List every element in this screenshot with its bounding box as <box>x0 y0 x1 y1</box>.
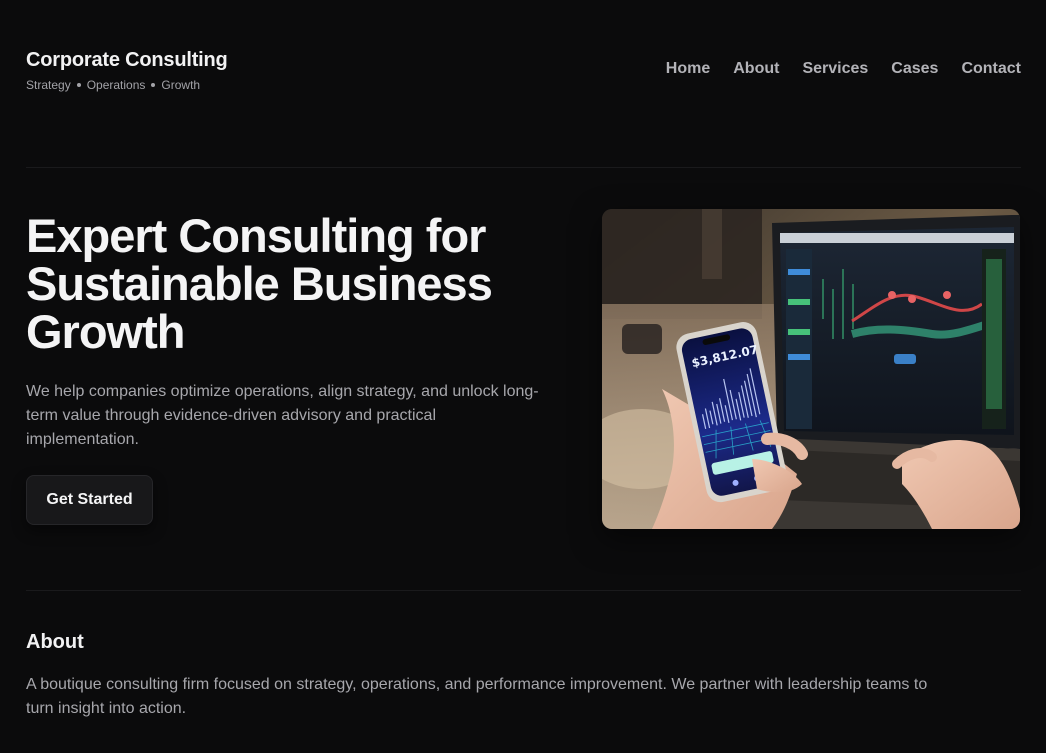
hero-image: $3,812.07 <box>602 209 1020 529</box>
page: Corporate Consulting Strategy Operations… <box>0 0 1046 753</box>
get-started-button[interactable]: Get Started <box>26 475 153 525</box>
brand-tagline: Strategy Operations Growth <box>26 77 228 93</box>
main-nav: Home About Services Cases Contact <box>666 59 1021 79</box>
tagline-strategy: Strategy <box>26 78 71 92</box>
about-title: About <box>26 631 84 653</box>
bullet-dot-icon <box>151 83 156 87</box>
nav-about[interactable]: About <box>733 59 779 79</box>
site-header: Corporate Consulting Strategy Operations… <box>26 0 1021 168</box>
tagline-operations: Operations <box>86 78 146 92</box>
hero-photo-illustration: $3,812.07 <box>602 209 1020 529</box>
brand[interactable]: Corporate Consulting Strategy Operations… <box>26 47 228 93</box>
hero-subtitle: We help companies optimize operations, a… <box>26 383 539 448</box>
hero-section: Expert Consulting for Sustainable Busine… <box>26 212 566 452</box>
nav-services[interactable]: Services <box>802 59 868 79</box>
brand-title[interactable]: Corporate Consulting <box>26 47 228 73</box>
bullet-dot-icon <box>76 83 81 87</box>
about-text: A boutique consulting firm focused on st… <box>26 676 928 717</box>
section-divider <box>26 590 1021 591</box>
nav-home[interactable]: Home <box>666 59 710 79</box>
nav-contact[interactable]: Contact <box>961 59 1021 79</box>
hero-title: Expert Consulting for Sustainable Busine… <box>26 209 493 358</box>
nav-cases[interactable]: Cases <box>891 59 938 79</box>
tagline-growth: Growth <box>161 78 201 92</box>
